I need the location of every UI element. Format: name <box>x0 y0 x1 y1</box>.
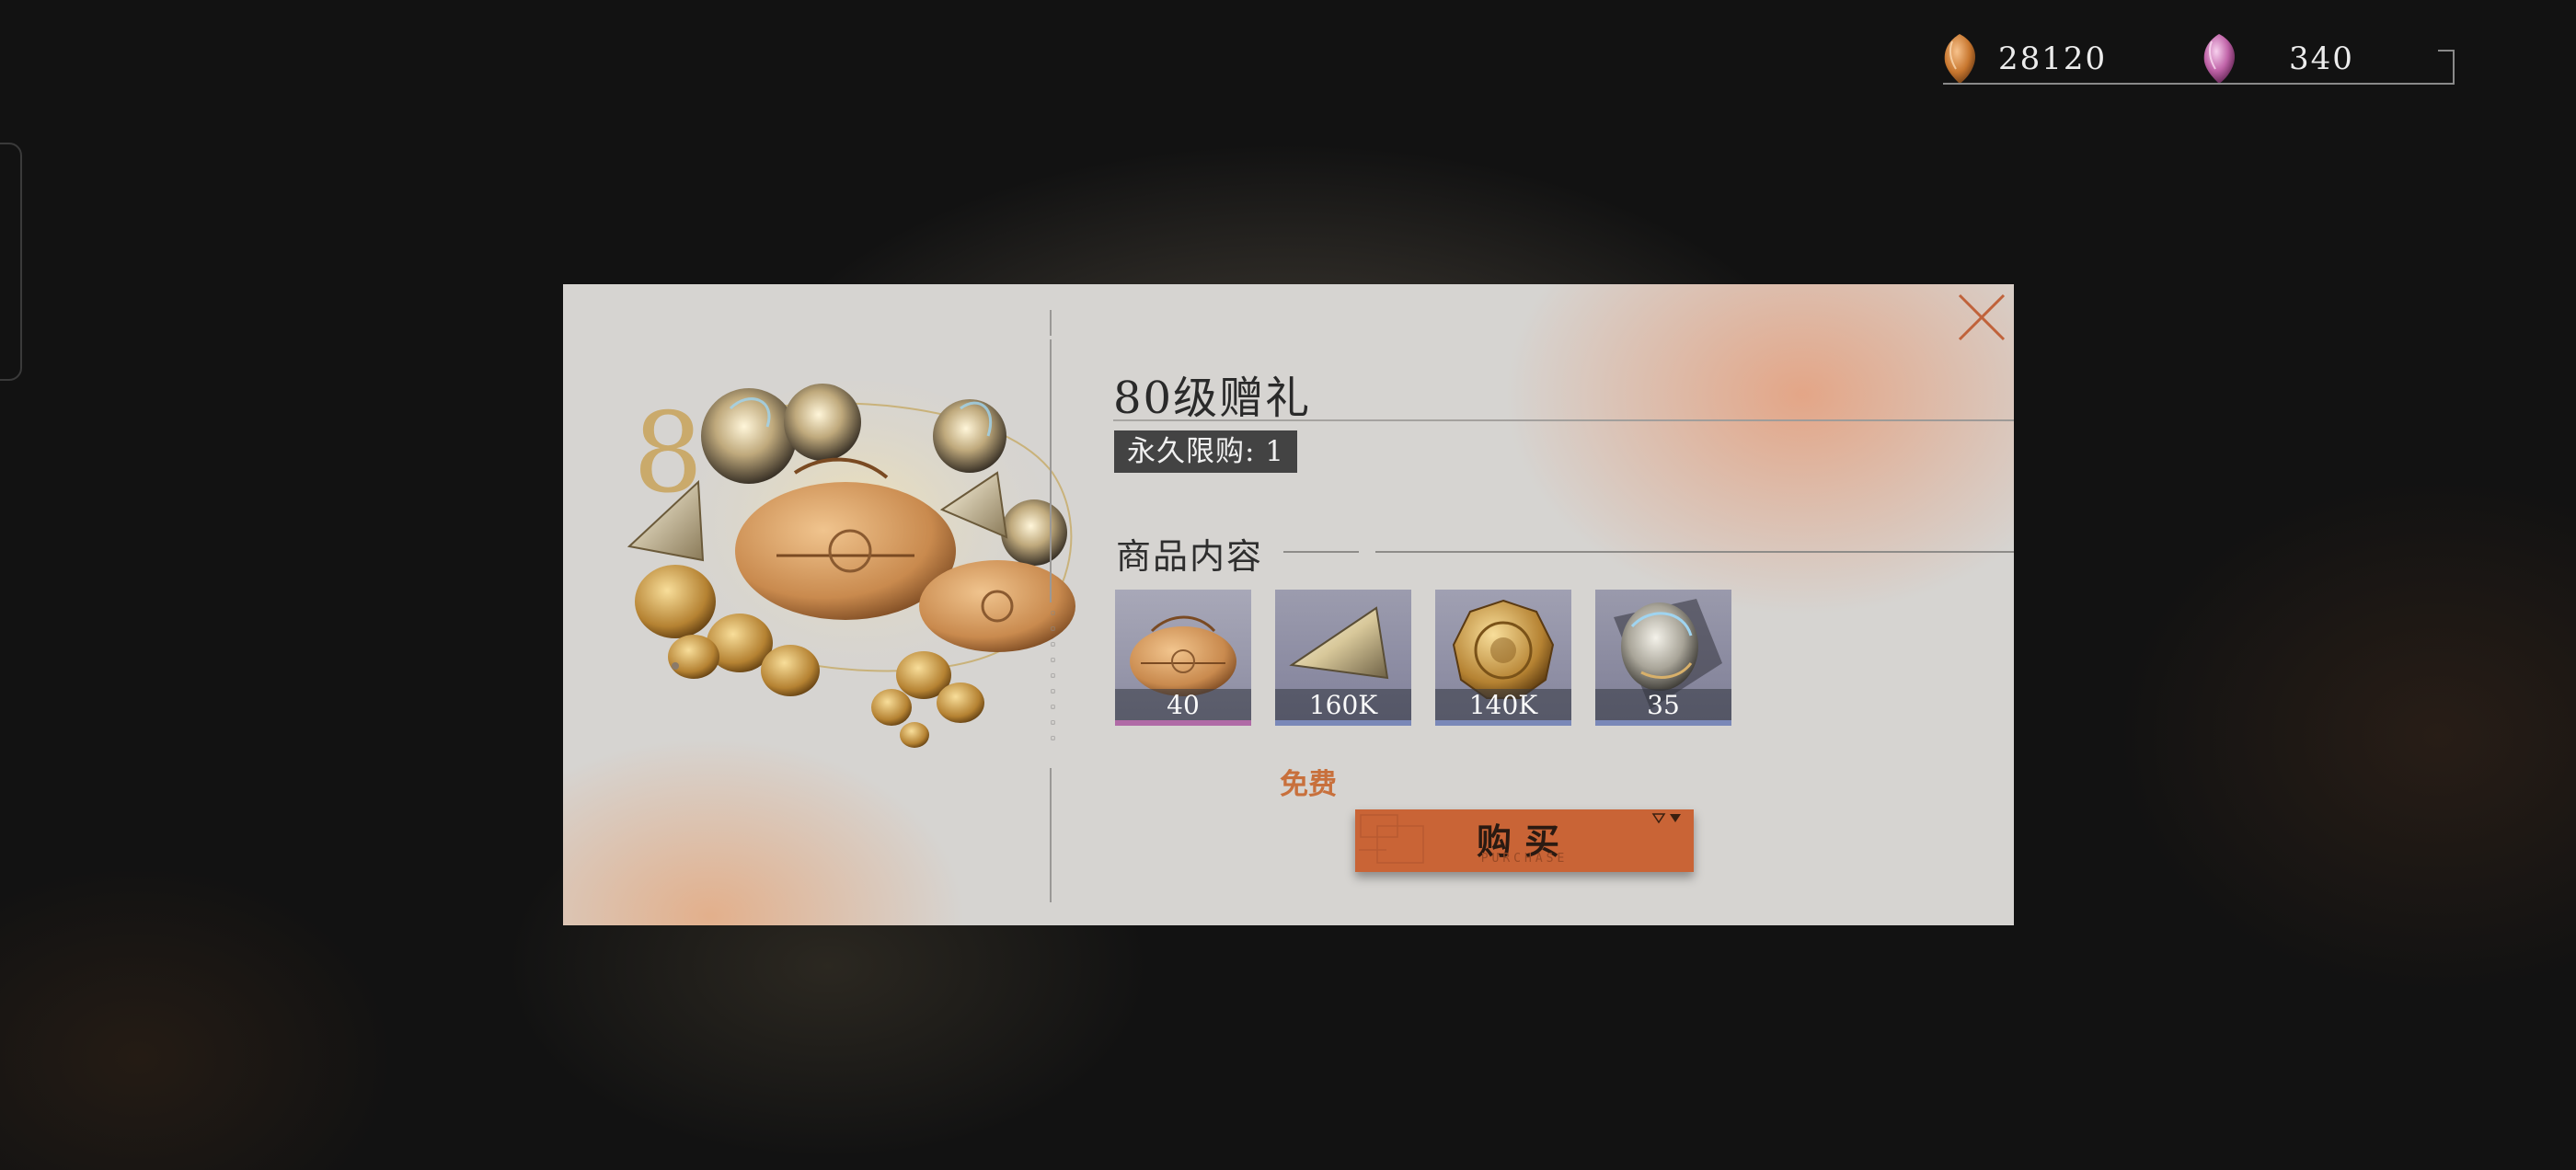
item-quantity: 140K <box>1468 690 1538 720</box>
divider <box>1050 310 1052 336</box>
rarity-stripe <box>1115 720 1251 726</box>
gold-amount: 28120 <box>1998 40 2108 77</box>
gift-pack-dialog: 8 ▫▫▫▫▫▫▫▫▫ 80级赠礼 永久限购: 1 商品内容 40 160K 1… <box>563 284 2014 925</box>
item-quantity: 35 <box>1647 690 1680 720</box>
currency-bracket <box>2438 50 2455 85</box>
rarity-stripe <box>1435 720 1571 726</box>
divider <box>1050 339 1052 602</box>
rarity-stripe <box>1275 720 1411 726</box>
reward-item[interactable]: 35 <box>1595 590 1731 726</box>
decor-glow <box>1480 284 2014 634</box>
close-button[interactable] <box>1956 292 2007 343</box>
purchase-limit-badge: 永久限购: 1 <box>1114 430 1298 473</box>
item-quantity: 40 <box>1167 690 1200 720</box>
section-divider <box>1375 551 2014 553</box>
gold-currency: 28120 <box>1939 33 2107 85</box>
decor-vertical-text: ▫▫▫▫▫▫▫▫▫ <box>1048 608 1058 749</box>
section-divider <box>1283 551 1359 553</box>
purchase-sublabel: PURCHASE <box>1480 852 1569 866</box>
pink-crystal-icon <box>2199 32 2239 86</box>
premium-amount: 340 <box>2289 40 2354 77</box>
price-label: 免费 <box>1280 768 1337 801</box>
item-quantity: 160K <box>1308 690 1378 720</box>
contents-heading: 商品内容 <box>1116 536 1264 577</box>
reward-item[interactable]: 160K <box>1275 590 1411 726</box>
title-underline <box>1113 419 2014 421</box>
amber-gem-icon <box>1939 32 1980 86</box>
side-drawer-handle[interactable] <box>0 143 22 381</box>
rarity-stripe <box>1595 720 1731 726</box>
reward-item[interactable]: 140K <box>1435 590 1571 726</box>
triangle-mark-icon <box>1651 813 1681 824</box>
pack-title: 80级赠礼 <box>1113 373 1312 424</box>
reward-item[interactable]: 40 <box>1115 590 1251 726</box>
close-icon <box>1958 293 2006 341</box>
premium-currency: 340 <box>2199 33 2354 85</box>
purchase-button[interactable]: 购买 PURCHASE <box>1355 809 1694 872</box>
currency-underline <box>2044 83 2453 85</box>
